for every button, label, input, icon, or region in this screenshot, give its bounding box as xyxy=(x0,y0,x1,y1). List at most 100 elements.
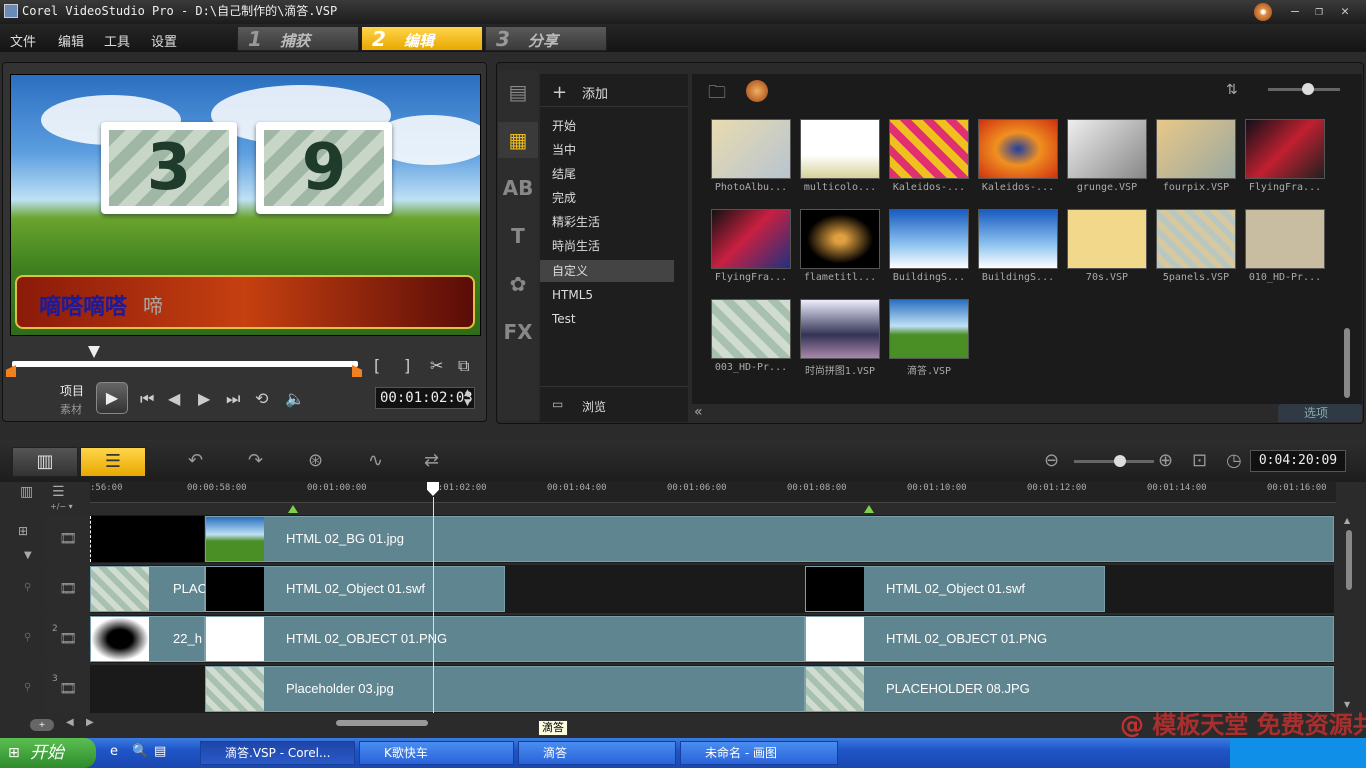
thumbnail[interactable] xyxy=(800,299,880,359)
filter-icon[interactable]: FX xyxy=(498,314,538,350)
storyboard-view-button[interactable]: ▥ xyxy=(12,447,78,477)
transition-slot[interactable] xyxy=(90,516,204,562)
scroll-right-icon[interactable]: ▶ xyxy=(86,717,94,728)
timeline-clip[interactable]: HTML 02_OBJECT 01.PNG xyxy=(805,616,1334,662)
volume-icon[interactable]: 🔈 xyxy=(285,389,305,408)
category-item[interactable]: 完成 xyxy=(552,189,576,206)
chapter-marker[interactable] xyxy=(864,505,874,513)
thumbnail[interactable] xyxy=(889,119,969,179)
preview-screen[interactable]: 3 9 嘀嗒嘀嗒 啼 xyxy=(10,74,481,336)
track-link-icon[interactable]: ⚲ xyxy=(24,682,31,693)
show-desktop-icon[interactable]: ▤ xyxy=(154,744,166,759)
redo-icon[interactable]: ↷ xyxy=(248,450,263,471)
mark-in-button[interactable]: [ xyxy=(374,356,380,375)
go-start-icon[interactable]: ⏮ xyxy=(140,389,154,409)
menu-file[interactable]: 文件 xyxy=(10,31,36,50)
media-icon[interactable]: ▤ xyxy=(498,74,538,110)
enlarge-icon[interactable]: ⧉ xyxy=(458,356,469,376)
chapter-icon[interactable]: ☰ xyxy=(52,484,65,500)
task-folder[interactable]: 滴答 xyxy=(518,741,676,765)
zoom-in-icon[interactable]: ⊕ xyxy=(1158,450,1173,471)
track-lock-icon[interactable]: ⊞ xyxy=(18,524,28,538)
thumbnail[interactable] xyxy=(800,119,880,179)
menu-edit[interactable]: 编辑 xyxy=(58,31,84,50)
undo-icon[interactable]: ↶ xyxy=(188,450,203,471)
task-videostudio[interactable]: 滴答.VSP - Corel... xyxy=(200,741,355,765)
task-paint[interactable]: 未命名 - 画图 xyxy=(680,741,838,765)
instant-project-icon[interactable]: ▦ xyxy=(498,122,538,158)
go-end-icon[interactable]: ⏭ xyxy=(226,389,240,409)
thumbnail[interactable] xyxy=(711,209,791,269)
cut-icon[interactable]: ✂ xyxy=(430,356,443,375)
thumbnail[interactable] xyxy=(1156,119,1236,179)
close-button[interactable]: ✕ xyxy=(1334,3,1356,21)
transition-icon[interactable]: AB xyxy=(498,170,538,206)
sort-icon[interactable]: ⇅ xyxy=(1226,82,1238,98)
start-button[interactable]: ⊞ 开始 xyxy=(0,738,96,768)
thumbnail[interactable] xyxy=(800,209,880,269)
timeline-hscrollbar[interactable] xyxy=(336,720,428,726)
ie-icon[interactable]: e xyxy=(110,744,118,759)
timeline-clip[interactable]: HTML 02_BG 01.jpg xyxy=(205,516,1334,562)
tab-share[interactable]: 3 分享 xyxy=(485,26,607,51)
category-item[interactable]: 开始 xyxy=(552,117,576,134)
category-item[interactable]: Test xyxy=(552,312,576,326)
minimize-button[interactable]: — xyxy=(1284,3,1306,21)
tab-edit[interactable]: 2 编辑 xyxy=(361,26,483,51)
restore-button[interactable]: ❐ xyxy=(1308,3,1330,21)
browse-button[interactable]: 浏览 xyxy=(582,398,606,415)
vscroll-up-icon[interactable]: ▲ xyxy=(1344,516,1350,525)
category-item[interactable]: 精彩生活 xyxy=(552,213,600,230)
thumbnail[interactable] xyxy=(1156,209,1236,269)
track-expand-icon[interactable]: ▼ xyxy=(24,550,32,561)
thumb-size-handle[interactable] xyxy=(1302,83,1314,95)
thumbnail[interactable] xyxy=(1067,209,1147,269)
category-item[interactable]: 当中 xyxy=(552,141,576,158)
help-icon[interactable]: ✺ xyxy=(1254,3,1272,21)
tab-capture[interactable]: 1 捕获 xyxy=(237,26,359,51)
sound-mixer-icon[interactable]: ∿ xyxy=(368,450,383,471)
track-manager-icon[interactable]: ▥ xyxy=(20,484,33,500)
timeline-clip[interactable]: HTML 02_OBJECT 01.PNG xyxy=(205,616,805,662)
timeline-clip[interactable]: HTML 02_Object 01.swf xyxy=(205,566,505,612)
thumbnail[interactable] xyxy=(711,299,791,359)
track-link-icon[interactable]: ⚲ xyxy=(24,582,31,593)
thumbnail[interactable] xyxy=(711,119,791,179)
thumbnail[interactable] xyxy=(978,119,1058,179)
zoom-handle[interactable] xyxy=(1114,455,1126,467)
task-kge[interactable]: K歌快车 xyxy=(359,741,514,765)
category-item[interactable]: HTML5 xyxy=(552,288,593,302)
thumbnail[interactable] xyxy=(889,299,969,359)
time-ruler[interactable]: :56:00 00:00:58:00 00:01:00:00 00:01:02:… xyxy=(90,481,1336,503)
mode-project[interactable]: 项目 xyxy=(60,382,84,399)
overlay-track-icon[interactable]: 🎞 3 xyxy=(46,665,90,713)
library-scrollbar[interactable] xyxy=(1344,328,1350,398)
next-frame-icon[interactable]: ▶ xyxy=(198,389,210,408)
browse-icon[interactable]: ▭ xyxy=(552,397,563,411)
options-button[interactable]: 选项 xyxy=(1278,404,1362,422)
category-item-selected[interactable]: 自定义 xyxy=(540,260,674,282)
track-zoom-icon[interactable]: + xyxy=(30,719,54,731)
gear-icon[interactable] xyxy=(746,80,768,102)
timeline-view-button[interactable]: ☰ xyxy=(80,447,146,477)
thumbnail[interactable] xyxy=(978,209,1058,269)
zoom-out-icon[interactable]: ⊖ xyxy=(1044,450,1059,471)
track-link-icon[interactable]: ⚲ xyxy=(24,632,31,643)
chapter-marker[interactable] xyxy=(288,505,298,513)
thumbnail[interactable] xyxy=(1245,209,1325,269)
thumbnail[interactable] xyxy=(1067,119,1147,179)
timeline-clip[interactable]: HTML 02_Object 01.swf xyxy=(805,566,1105,612)
video-track-icon[interactable]: 🎞 xyxy=(46,515,90,563)
timeline-clip[interactable]: Placeholder 03.jpg xyxy=(205,666,805,712)
fit-project-icon[interactable]: ⊡ xyxy=(1192,450,1207,471)
thumbnail[interactable] xyxy=(1245,119,1325,179)
record-capture-icon[interactable]: ⊛ xyxy=(308,450,323,471)
menu-settings[interactable]: 设置 xyxy=(151,31,177,50)
prev-frame-icon[interactable]: ◀ xyxy=(168,389,180,408)
category-item[interactable]: 结尾 xyxy=(552,165,576,182)
repeat-icon[interactable]: ⟲ xyxy=(255,389,268,408)
timeline-vscrollbar[interactable] xyxy=(1346,530,1352,590)
play-button[interactable]: ▶ xyxy=(96,382,128,414)
overlay-track-icon[interactable]: 🎞 2 xyxy=(46,615,90,663)
timecode-field[interactable]: 00:01:02:03 xyxy=(375,387,475,409)
